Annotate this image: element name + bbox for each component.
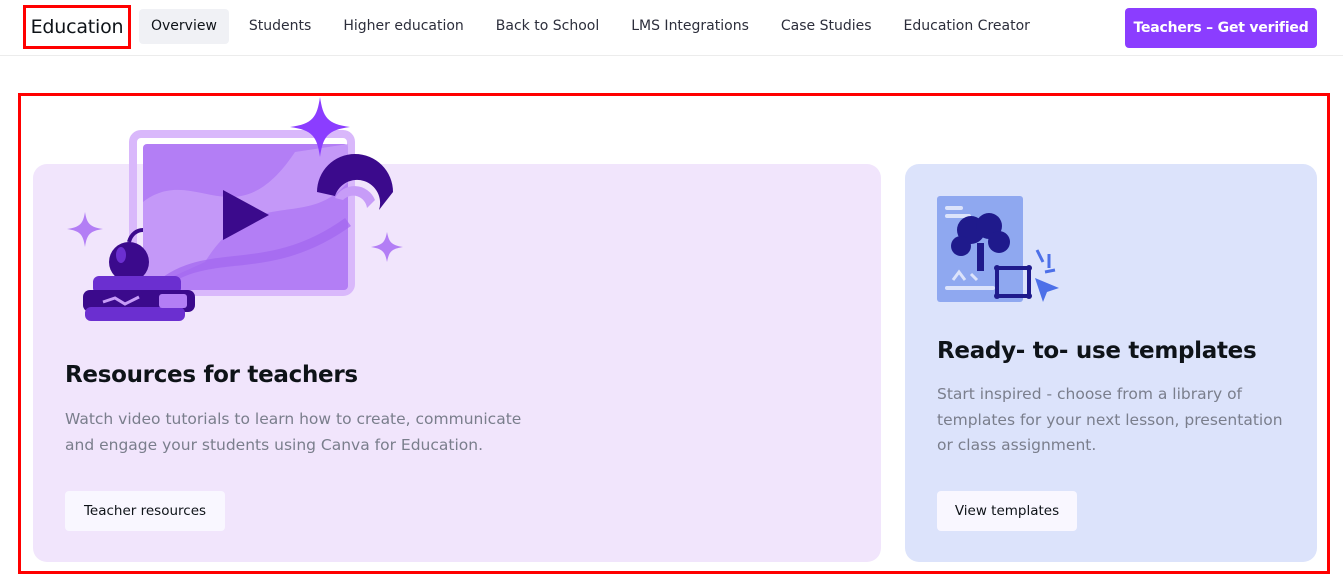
education-brand-link[interactable]: Education bbox=[23, 5, 131, 49]
nav-link-case-studies[interactable]: Case Studies bbox=[769, 9, 884, 44]
nav-link-students[interactable]: Students bbox=[237, 9, 323, 44]
nav-link-back-to-school[interactable]: Back to School bbox=[484, 9, 611, 44]
sparkle-icon bbox=[67, 212, 103, 247]
nav-link-education-creator[interactable]: Education Creator bbox=[892, 9, 1042, 44]
section-nav: Overview Students Higher education Back … bbox=[139, 9, 1050, 44]
card-description: Start inspired - choose from a library o… bbox=[937, 385, 1283, 454]
sparkle-icon bbox=[371, 232, 403, 262]
cursor-icon bbox=[1035, 278, 1059, 302]
get-verified-button[interactable]: Teachers – Get verified bbox=[1125, 8, 1317, 48]
nav-link-lms-integrations[interactable]: LMS Integrations bbox=[619, 9, 761, 44]
nav-link-overview[interactable]: Overview bbox=[139, 9, 229, 44]
nav-link-higher-education[interactable]: Higher education bbox=[331, 9, 475, 44]
teacher-resources-button[interactable]: Teacher resources bbox=[65, 491, 225, 531]
card-title: Ready- to- use templates bbox=[937, 338, 1257, 364]
view-templates-button[interactable]: View templates bbox=[937, 491, 1077, 531]
top-navigation: Education Overview Students Higher educa… bbox=[0, 0, 1343, 56]
card-title: Resources for teachers bbox=[65, 362, 358, 388]
template-editor-illustration bbox=[937, 196, 1059, 302]
video-play-illustration bbox=[67, 97, 403, 321]
card-description: Watch video tutorials to learn how to cr… bbox=[65, 410, 522, 454]
brand-label: Education bbox=[30, 16, 124, 38]
